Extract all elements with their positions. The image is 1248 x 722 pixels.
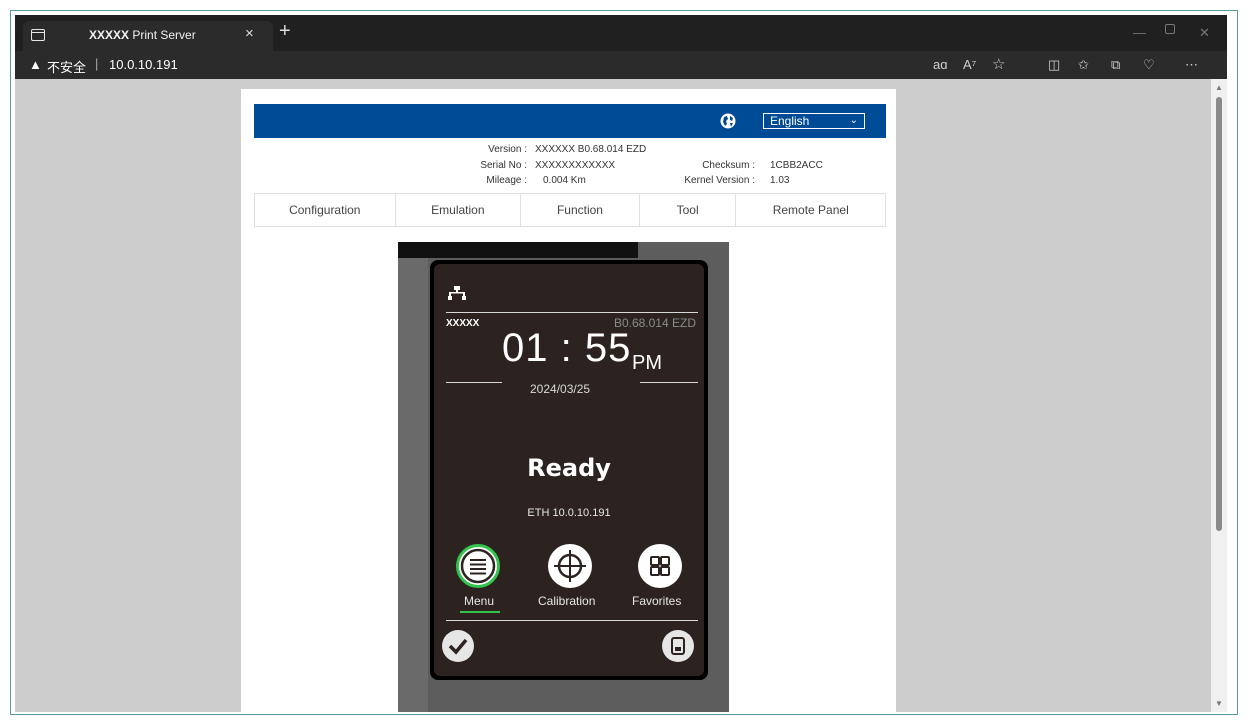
divider [640, 382, 698, 383]
tab-bar: XXXXX Print Server × + — ✕ [15, 15, 1227, 51]
read-aloud-translate-icon[interactable]: aɑ [933, 57, 947, 72]
tab-close-button[interactable]: × [245, 25, 254, 42]
main-nav: Configuration Emulation Function Tool Re… [254, 193, 886, 227]
serial-label: Serial No : [480, 160, 527, 171]
version-label: Version : [488, 144, 527, 155]
mileage-value: 0.004 Km [543, 175, 586, 186]
scroll-up-icon[interactable]: ▲ [1215, 83, 1223, 92]
scrollbar-thumb[interactable] [1216, 97, 1222, 531]
print-server-page: English ⌄ Version : XXXXXX B0.68.014 EZD… [241, 89, 896, 712]
nav-remote-panel[interactable]: Remote Panel [736, 194, 885, 226]
new-tab-button[interactable]: + [279, 21, 291, 41]
mileage-label: Mileage : [486, 175, 527, 186]
clock-date: 2024/03/25 [530, 382, 591, 396]
clock-time: 01 : 55 [502, 326, 632, 370]
chevron-down-icon: ⌄ [849, 115, 858, 126]
grid-icon [650, 556, 670, 576]
maximize-icon[interactable] [1165, 24, 1175, 34]
language-value: English [770, 114, 810, 128]
checksum-label: Checksum : [702, 160, 755, 171]
serial-value: XXXXXXXXXXXX [535, 160, 616, 171]
tab-actions-icon[interactable] [31, 29, 45, 41]
browser-tab[interactable]: XXXXX Print Server × [23, 21, 273, 51]
globe-icon [720, 113, 736, 129]
language-select[interactable]: English ⌄ [763, 113, 865, 129]
calibration-label[interactable]: Calibration [538, 594, 595, 608]
header-bar: English ⌄ [254, 104, 886, 138]
device-top-bezel [398, 242, 638, 258]
favorites-icon[interactable]: ✩ [1078, 57, 1089, 73]
address-bar[interactable]: ▲ 不安全 | 10.0.10.191 aɑ A⁷ ☆ ◫ ✩ ⧉ ♡ ⋯ [15, 51, 1227, 79]
remote-panel-device: XXXXX B0.68.014 EZD 01 : 55 PM 2024/03/2… [398, 242, 729, 712]
browser-essentials-icon[interactable]: ♡ [1143, 57, 1155, 73]
menu-icon [460, 548, 496, 584]
clock-ampm: PM [632, 352, 662, 374]
menu-label[interactable]: Menu [464, 594, 494, 608]
collections-icon[interactable]: ⧉ [1111, 57, 1120, 73]
version-value: XXXXXX B0.68.014 EZD [535, 144, 647, 155]
divider [446, 382, 502, 383]
more-icon[interactable]: ⋯ [1185, 57, 1198, 73]
nav-emulation[interactable]: Emulation [396, 194, 522, 226]
split-screen-icon[interactable]: ◫ [1048, 57, 1060, 73]
tab-title: XXXXX Print Server [89, 28, 196, 42]
warning-icon[interactable]: ▲ [29, 57, 42, 72]
memory-card-icon[interactable] [662, 630, 694, 662]
favorites-button[interactable] [638, 544, 682, 588]
menu-button[interactable] [456, 544, 500, 588]
separator: | [95, 56, 99, 71]
lcd-screen[interactable]: XXXXX B0.68.014 EZD 01 : 55 PM 2024/03/2… [434, 264, 704, 676]
kernel-label: Kernel Version : [684, 175, 755, 186]
url-text[interactable]: 10.0.10.191 [109, 57, 178, 72]
read-aloud-icon[interactable]: A⁷ [963, 57, 976, 72]
network-icon [448, 286, 466, 300]
nav-tool[interactable]: Tool [640, 194, 737, 226]
calibration-button[interactable] [548, 544, 592, 588]
kernel-value: 1.03 [770, 175, 790, 186]
divider [446, 312, 698, 313]
minimize-icon[interactable]: — [1133, 25, 1146, 40]
nav-function[interactable]: Function [521, 194, 640, 226]
browser-window: XXXXX Print Server × + — ✕ ▲ 不安全 | 10.0.… [15, 15, 1227, 712]
divider [446, 620, 698, 621]
nav-configuration[interactable]: Configuration [255, 194, 396, 226]
security-label[interactable]: 不安全 [47, 57, 86, 76]
favorites-label[interactable]: Favorites [632, 594, 681, 608]
printer-model: XXXXX [446, 318, 480, 329]
device-left-bezel [398, 258, 428, 712]
favorite-star-icon[interactable]: ☆ [992, 55, 1005, 73]
checksum-value: 1CBB2ACC [770, 160, 823, 171]
vertical-scrollbar[interactable]: ▲ ▼ [1211, 79, 1227, 712]
ip-address: ETH 10.0.10.191 [527, 507, 611, 519]
crosshair-icon [554, 550, 586, 582]
checkmark-icon[interactable] [442, 630, 474, 662]
printer-status: Ready [527, 454, 611, 482]
scroll-down-icon[interactable]: ▼ [1215, 699, 1223, 708]
close-icon[interactable]: ✕ [1199, 25, 1210, 41]
menu-selected-indicator [460, 611, 500, 613]
